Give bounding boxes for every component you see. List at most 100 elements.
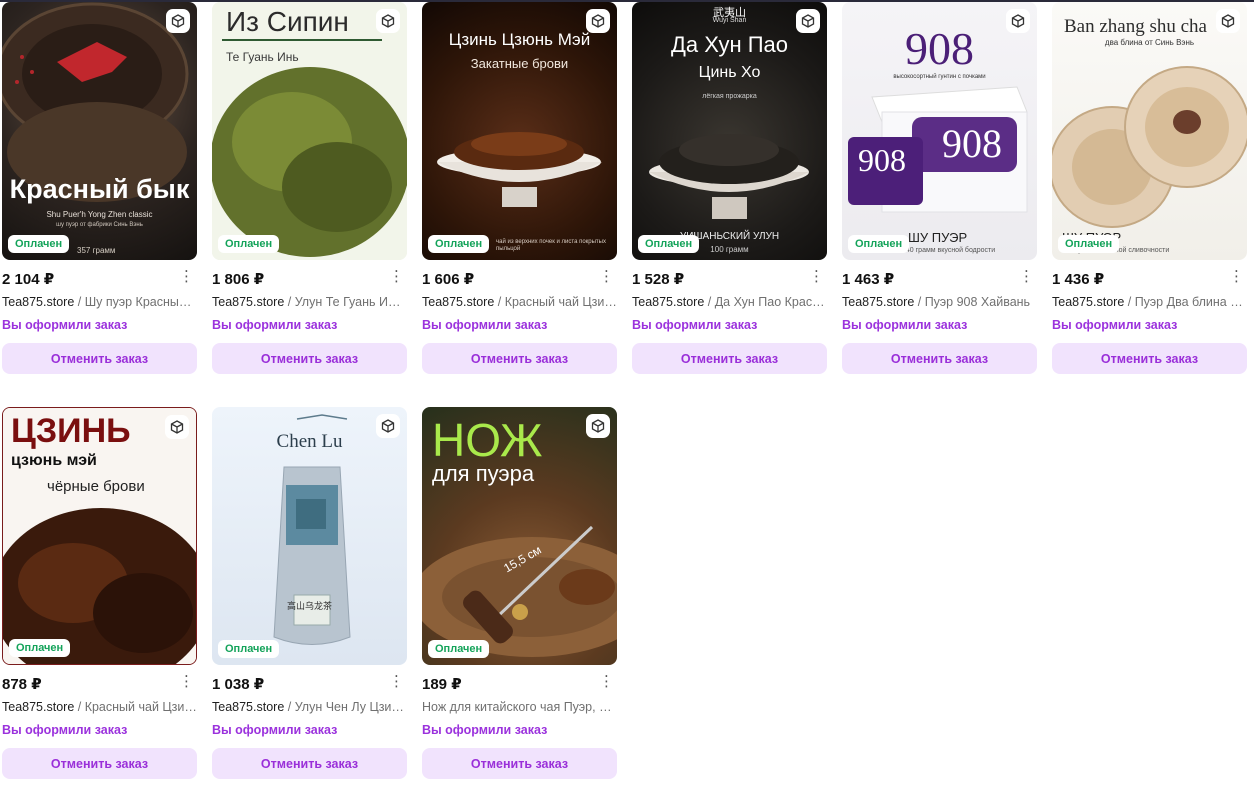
product-title[interactable]: Tea875.store / Да Хун Пао Красный халат (632, 295, 827, 309)
product-image[interactable]: 908 высокосортный гунтин с почками 908 9… (842, 2, 1037, 260)
cancel-order-button[interactable]: Отменить заказ (212, 343, 407, 374)
more-vertical-icon[interactable]: ⋮ (1229, 269, 1244, 284)
order-status: Вы оформили заказ (212, 723, 338, 737)
price: 878 ₽ (2, 676, 42, 693)
photo-title: Красный бык (9, 174, 190, 204)
photo-subtitle: Те Гуань Инь (226, 50, 299, 64)
seller-name: Tea875.store (842, 295, 915, 309)
more-vertical-icon[interactable]: ⋮ (809, 269, 824, 284)
product-image[interactable]: НОЖ для пуэра 15,5 см Оплачен (422, 407, 617, 665)
paid-badge: Оплачен (218, 235, 280, 253)
photo-title: Из Сипин (226, 6, 349, 37)
photo-caption: лёгкая прожарка (702, 93, 757, 100)
order-status: Вы оформили заказ (2, 318, 128, 332)
order-status: Вы оформили заказ (422, 723, 548, 737)
product-image[interactable]: Из Сипин Те Гуань Инь Оплачен (212, 2, 407, 260)
cancel-order-button[interactable]: Отменить заказ (1052, 343, 1247, 374)
paid-badge: Оплачен (848, 235, 910, 253)
product-title[interactable]: Tea875.store / Красный чай Цзинь Цзюнь М… (2, 700, 197, 714)
price: 1 806 ₽ (212, 271, 265, 288)
box-cube-icon[interactable] (376, 414, 400, 438)
photo-subtitle: для пуэра (432, 461, 535, 486)
product-image[interactable]: ЦЗИНЬ цзюнь мэй чёрные брови Оплачен (2, 407, 197, 665)
price-row: 1 528 ₽ ⋮ (632, 269, 827, 292)
photo-subtitle-2: шу пуэр от фабрики Синь Вэнь (56, 222, 143, 228)
order-status: Вы оформили заказ (632, 318, 758, 332)
more-vertical-icon[interactable]: ⋮ (599, 674, 614, 689)
box-cube-icon[interactable] (166, 9, 190, 33)
product-image[interactable]: Цзинь Цзюнь Мэй Закатные брови чай из ве… (422, 2, 617, 260)
price-row: 1 806 ₽ ⋮ (212, 269, 407, 292)
price-row: 1 436 ₽ ⋮ (1052, 269, 1247, 292)
cancel-order-button[interactable]: Отменить заказ (422, 748, 617, 779)
order-status: Вы оформили заказ (422, 318, 548, 332)
product-title[interactable]: Tea875.store / Шу пуэр Красный бык (2, 295, 197, 309)
product-title[interactable]: Нож для китайского чая Пуэр, шило (422, 700, 617, 714)
box-cube-icon[interactable] (796, 9, 820, 33)
price: 1 038 ₽ (212, 676, 265, 693)
product-name: / Пуэр 908 Хайвань (914, 295, 1031, 309)
paid-badge: Оплачен (8, 235, 70, 253)
product-title[interactable]: Tea875.store / Улун Те Гуань Инь Из Сипи… (212, 295, 407, 309)
photo-pack-number: 908 (858, 142, 906, 178)
price-row: 878 ₽ ⋮ (2, 674, 197, 697)
seller-name: Tea875.store (632, 295, 705, 309)
more-vertical-icon[interactable]: ⋮ (1019, 269, 1034, 284)
box-cube-icon[interactable] (1216, 9, 1240, 33)
photo-subtitle: Shu Puer'h Yong Zhen classic (46, 210, 153, 219)
more-vertical-icon[interactable]: ⋮ (599, 269, 614, 284)
price: 1 463 ₽ (842, 271, 895, 288)
cancel-order-button[interactable]: Отменить заказ (2, 343, 197, 374)
photo-weight: 357 грамм (77, 246, 116, 255)
order-card: Chen Lu 高山乌龙茶 Оплачен 1 038 ₽ ⋮ Tea875.s… (212, 407, 407, 779)
product-title[interactable]: Tea875.store / Пуэр Два блина от Синь Вэ… (1052, 295, 1247, 309)
cancel-order-button[interactable]: Отменить заказ (632, 343, 827, 374)
seller-name: Tea875.store (2, 700, 75, 714)
product-title[interactable]: Tea875.store / Улун Чен Лу Цзинь Сюань (212, 700, 407, 714)
paid-badge: Оплачен (9, 639, 71, 657)
paid-badge: Оплачен (428, 640, 490, 658)
photo-title: Ban zhang shu cha (1064, 16, 1207, 37)
price: 1 528 ₽ (632, 271, 685, 288)
product-title[interactable]: Tea875.store / Красный чай Цзинь Цзюнь М… (422, 295, 617, 309)
seller-name: Tea875.store (2, 295, 75, 309)
photo-title: Цзинь Цзюнь Мэй (448, 30, 591, 49)
product-name: Нож для китайского чая Пуэр, шило (422, 700, 617, 714)
photo-subtitle: высокосортный гунтин с почками (893, 74, 986, 80)
cancel-order-button[interactable]: Отменить заказ (212, 748, 407, 779)
more-vertical-icon[interactable]: ⋮ (179, 674, 194, 689)
photo-title: Да Хун Пао (671, 32, 788, 57)
more-vertical-icon[interactable]: ⋮ (179, 269, 194, 284)
photo-title: НОЖ (432, 414, 543, 466)
photo-subtitle: Закатные брови (470, 56, 569, 71)
box-cube-icon[interactable] (586, 414, 610, 438)
box-cube-icon[interactable] (376, 9, 400, 33)
product-image[interactable]: Красный бык Shu Puer'h Yong Zhen classic… (2, 2, 197, 260)
photo-box-number: 908 (942, 121, 1002, 166)
box-cube-icon[interactable] (586, 9, 610, 33)
order-card: Из Сипин Те Гуань Инь Оплачен 1 806 ₽ ⋮ … (212, 2, 407, 374)
cancel-order-button[interactable]: Отменить заказ (2, 748, 197, 779)
cancel-order-button[interactable]: Отменить заказ (842, 343, 1037, 374)
product-image[interactable]: Ban zhang shu cha два блина от Синь Вэнь… (1052, 2, 1247, 260)
price-row: 1 463 ₽ ⋮ (842, 269, 1037, 292)
product-name: / Красный чай Цзинь Цзюнь Мэй (77, 700, 197, 714)
photo-bottom: ШУ ПУЭР (908, 230, 968, 245)
product-name: / Пуэр Два блина от Синь Вэнь (1127, 295, 1247, 309)
product-image[interactable]: Chen Lu 高山乌龙茶 Оплачен (212, 407, 407, 665)
price-row: 2 104 ₽ ⋮ (2, 269, 197, 292)
paid-badge: Оплачен (428, 235, 490, 253)
more-vertical-icon[interactable]: ⋮ (389, 269, 404, 284)
photo-subtitle: два блина от Синь Вэнь (1104, 38, 1195, 47)
more-vertical-icon[interactable]: ⋮ (389, 674, 404, 689)
box-cube-icon[interactable] (1006, 9, 1030, 33)
product-title[interactable]: Tea875.store / Пуэр 908 Хайвань (842, 295, 1037, 309)
box-cube-icon[interactable] (165, 415, 189, 439)
product-name: / Шу пуэр Красный бык (77, 295, 197, 309)
price-row: 1 606 ₽ ⋮ (422, 269, 617, 292)
product-image[interactable]: 武夷山 Wuyi Shan Да Хун Пао Цинь Хо лёгкая … (632, 2, 827, 260)
product-name: / Улун Те Гуань Инь Из Сипин (287, 295, 407, 309)
order-status: Вы оформили заказ (1052, 318, 1178, 332)
cancel-order-button[interactable]: Отменить заказ (422, 343, 617, 374)
seller-name: Tea875.store (1052, 295, 1125, 309)
